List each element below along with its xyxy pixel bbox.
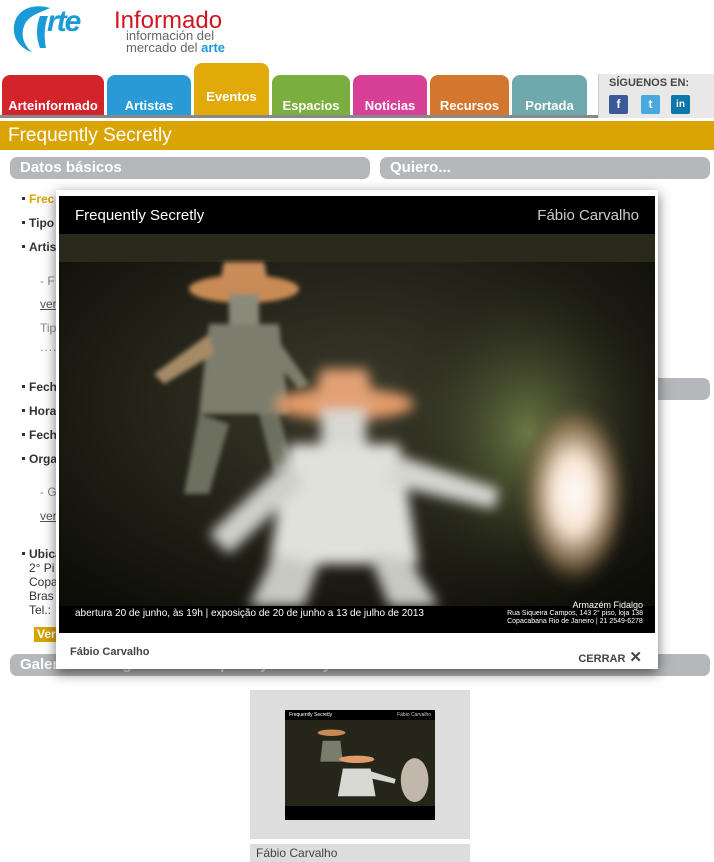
- section-quiero: Quiero...: [380, 157, 710, 179]
- close-icon[interactable]: ✕: [629, 649, 642, 666]
- gallery-caption: Fábio Carvalho: [250, 844, 470, 862]
- poster-artist: Fábio Carvalho: [537, 207, 639, 224]
- poster-photo: [59, 234, 655, 606]
- poster-venue: Armazém Fidalgo Rua Siqueira Campos, 143…: [507, 600, 643, 626]
- gallery-item[interactable]: Frequently Secretly Fábio Carvalho: [250, 690, 470, 839]
- field-date: Fech: [29, 380, 58, 394]
- nav-tab-artistas[interactable]: Artistas: [107, 75, 191, 115]
- phone-label: Tel.:: [29, 603, 52, 617]
- lightbox: Frequently Secretly Fábio Carvalho abert…: [56, 190, 658, 669]
- lightbox-artist: Fábio Carvalho: [70, 646, 150, 658]
- bullet: [22, 245, 25, 248]
- logo-tagline-2: mercado del arte: [126, 40, 226, 55]
- nav-tab-noticias[interactable]: Noticias: [353, 75, 427, 115]
- nav-tab-portada[interactable]: Portada: [512, 75, 587, 115]
- thumb-title: Frequently Secretly: [289, 712, 333, 718]
- see-more-link[interactable]: ver: [40, 297, 57, 311]
- close-label: CERRAR: [578, 653, 626, 665]
- nav-tab-arteinformado[interactable]: Arteinformado: [2, 75, 104, 115]
- field-event-name: Frec: [29, 192, 55, 206]
- bullet: [22, 433, 25, 436]
- nav-tab-recursos[interactable]: Recursos: [430, 75, 509, 115]
- venue-city: Copacabana Rio de Janeiro | 21 2549-6278: [507, 618, 643, 625]
- thumb-photo: [285, 720, 435, 806]
- logo-rte: rte: [47, 5, 81, 38]
- bullet: [22, 552, 25, 555]
- see-more-link-2[interactable]: ver: [40, 509, 57, 523]
- address-line-3: Bras: [29, 589, 54, 603]
- field-hours: Hora: [29, 404, 57, 418]
- venue-name: Armazém Fidalgo: [572, 600, 643, 610]
- follow-us: SÍGUENOS EN: f t in: [598, 74, 714, 118]
- address-line-2: Copa: [29, 575, 58, 589]
- field-organizer: Orga: [29, 452, 58, 466]
- twitter-icon[interactable]: t: [641, 95, 660, 114]
- lightbox-image: Frequently Secretly Fábio Carvalho abert…: [59, 196, 655, 633]
- linkedin-icon[interactable]: in: [671, 95, 690, 114]
- site-logo[interactable]: rte Informado información del mercado de…: [10, 2, 240, 60]
- bullet: [22, 221, 25, 224]
- follow-label: SÍGUENOS EN:: [609, 77, 690, 89]
- address-line-1: 2° Pi: [29, 561, 55, 575]
- poster-title: Frequently Secretly: [75, 207, 205, 224]
- thumb-artist: Fábio Carvalho: [397, 712, 431, 718]
- nav-tab-espacios[interactable]: Espacios: [272, 75, 350, 115]
- poster-caption: abertura 20 de junho, às 19h | exposição…: [75, 608, 424, 619]
- section-basic-data: Datos básicos: [10, 157, 370, 179]
- field-date-2: Fech: [29, 428, 58, 442]
- field-type-sub: Tip: [40, 321, 57, 335]
- map-button[interactable]: Ver: [34, 627, 59, 642]
- close-button[interactable]: CERRAR ✕: [578, 648, 642, 666]
- facebook-icon[interactable]: f: [609, 95, 628, 114]
- bullet: [22, 409, 25, 412]
- bullet: [22, 385, 25, 388]
- page-title: Frequently Secretly: [0, 121, 714, 150]
- bullet: [22, 457, 25, 460]
- venue-address: Rua Siqueira Campos, 143 2° piso, loja 1…: [507, 610, 643, 617]
- nav-tab-eventos[interactable]: Eventos: [194, 63, 269, 115]
- field-type: Tipo: [29, 216, 55, 230]
- bullet: [22, 197, 25, 200]
- artist-item: - F: [40, 274, 55, 288]
- organizer-item: - G: [40, 485, 57, 499]
- field-artists: Artis: [29, 240, 57, 254]
- page: rte Informado información del mercado de…: [0, 0, 714, 862]
- gallery-thumbnail[interactable]: Frequently Secretly Fábio Carvalho: [285, 710, 435, 820]
